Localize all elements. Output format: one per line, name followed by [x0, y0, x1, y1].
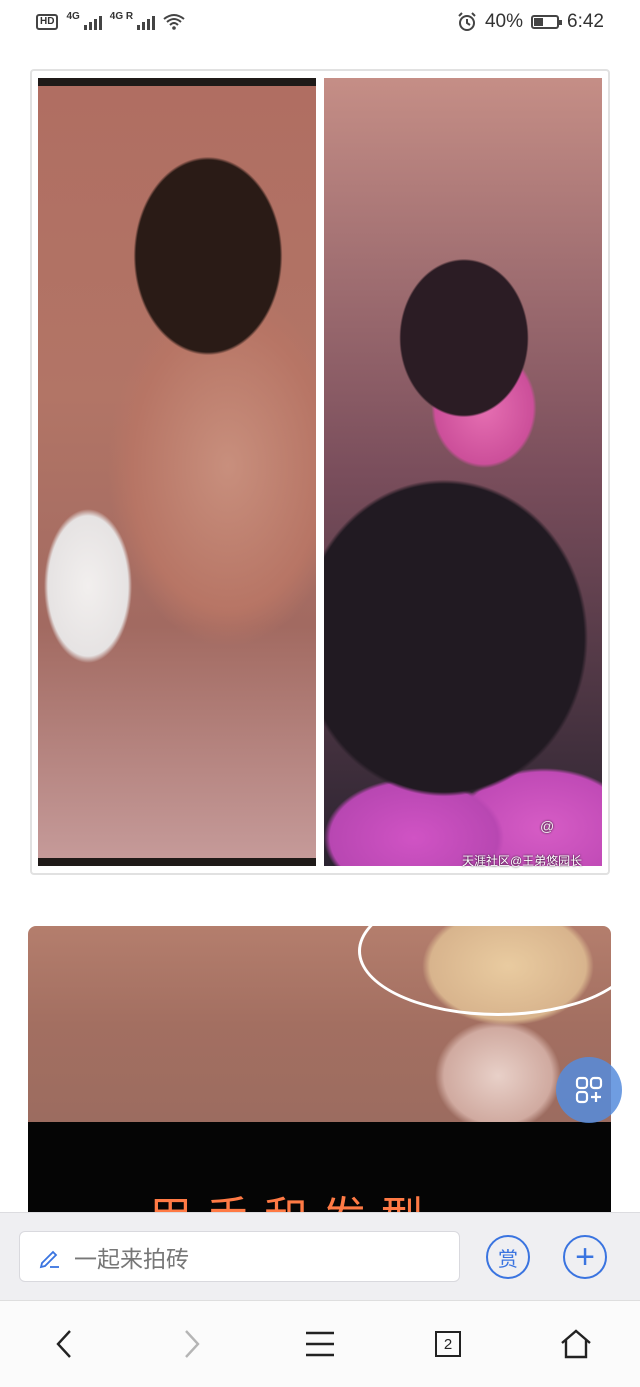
weibo-watermark: @ [540, 818, 555, 834]
signal-icon-2 [137, 14, 156, 30]
plus-icon: + [575, 1238, 595, 1276]
comment-input[interactable]: 一起来拍砖 [19, 1231, 460, 1282]
comment-placeholder: 一起来拍砖 [74, 1245, 189, 1272]
home-button[interactable] [546, 1314, 606, 1374]
battery-icon [531, 15, 563, 29]
collage-photo-left[interactable] [38, 78, 316, 866]
chevron-left-icon [56, 1330, 71, 1358]
reward-label: 赏 [498, 1248, 518, 1271]
menu-icon [306, 1331, 334, 1357]
battery-fill [534, 18, 543, 26]
back-button[interactable] [34, 1314, 94, 1374]
status-bar-right: 40% 6:42 [457, 11, 604, 33]
signal-icon [83, 14, 102, 30]
network-label-1: 4G [66, 10, 80, 22]
browser-nav-bar: 2 [0, 1300, 640, 1387]
hd-badge: HD [36, 14, 59, 30]
tabs-button[interactable]: 2 [418, 1314, 478, 1374]
image-watermark-text: 天涯社区@王弟悠园长 [462, 854, 583, 868]
status-bar-left: HD 4G 4G R [36, 10, 185, 31]
network-label-2: 4G R [109, 10, 134, 22]
battery-percent: 40% [484, 11, 524, 32]
clock: 6:42 [567, 11, 604, 32]
status-bar: HD 4G 4G R 40% 6:42 [0, 0, 640, 44]
forward-button[interactable] [162, 1314, 222, 1374]
comment-bar: 一起来拍砖 赏 + [0, 1212, 640, 1301]
alarm-icon [458, 12, 476, 31]
pencil-icon [39, 1250, 59, 1268]
tabs-count: 2 [435, 1331, 461, 1357]
reward-button[interactable]: 赏 [486, 1235, 530, 1279]
post-image-2-caption-area: 用手和发型 [28, 1122, 611, 1226]
collage-photo-right[interactable] [324, 78, 602, 866]
wifi-icon [163, 14, 185, 30]
add-button[interactable]: + [563, 1235, 607, 1279]
menu-button[interactable] [290, 1314, 350, 1374]
post-image-2[interactable]: 用手和发型 [28, 926, 611, 1226]
grid-apps-icon [575, 1076, 603, 1104]
floating-grid-button[interactable] [556, 1057, 622, 1123]
home-icon [561, 1329, 591, 1359]
chevron-right-icon [185, 1330, 200, 1358]
